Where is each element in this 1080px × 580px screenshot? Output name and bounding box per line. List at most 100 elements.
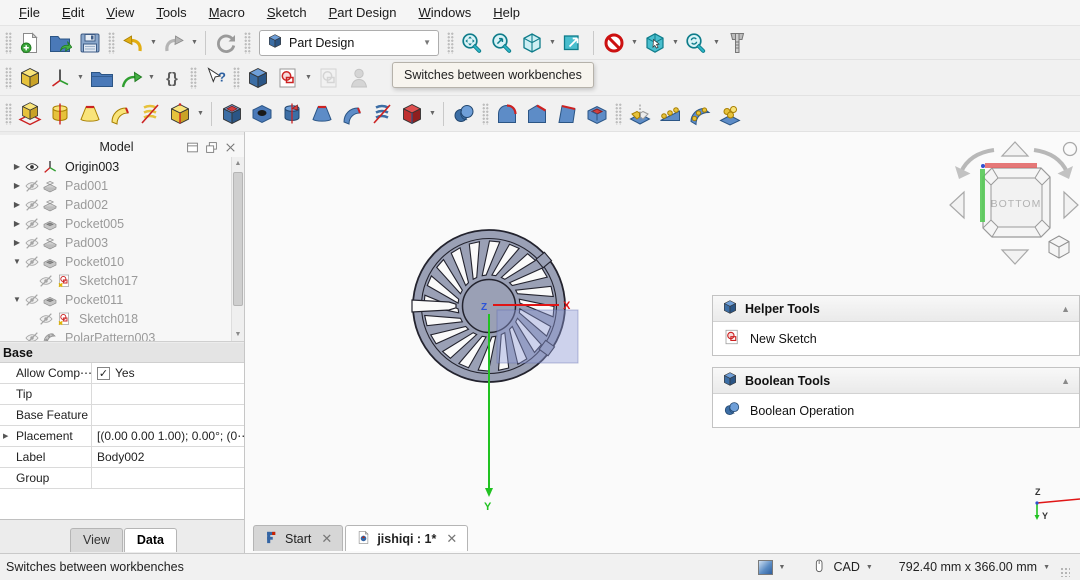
expression-button[interactable]: {} bbox=[158, 64, 186, 92]
link-dropdown-arrow[interactable]: ▼ bbox=[146, 64, 157, 92]
chamfer-button[interactable] bbox=[523, 100, 551, 128]
measure-button[interactable] bbox=[723, 29, 751, 57]
float-panel-icon[interactable] bbox=[202, 139, 221, 156]
property-value[interactable] bbox=[92, 405, 244, 425]
menu-file[interactable]: File bbox=[8, 1, 51, 24]
linear-pattern-button[interactable] bbox=[656, 100, 684, 128]
menu-view[interactable]: View bbox=[95, 1, 145, 24]
impeller-model[interactable]: Z X Y bbox=[385, 202, 605, 512]
subtractive-box-button[interactable] bbox=[398, 100, 426, 128]
cube-right-arrow[interactable] bbox=[1064, 192, 1078, 218]
pocket-button[interactable] bbox=[218, 100, 246, 128]
mirrored-button[interactable] bbox=[626, 100, 654, 128]
tree-item-sketch018[interactable]: Sketch018 bbox=[0, 309, 231, 328]
groove-button[interactable] bbox=[278, 100, 306, 128]
toolbar-grip[interactable] bbox=[233, 67, 240, 89]
toolbar-grip[interactable] bbox=[482, 103, 489, 125]
visibility-hidden-eye-icon[interactable] bbox=[24, 216, 42, 232]
box-selection-button[interactable] bbox=[559, 29, 587, 57]
additive-loft-button[interactable] bbox=[76, 100, 104, 128]
tree-expander-icon[interactable]: ▶ bbox=[10, 181, 24, 190]
fit-selection-button[interactable] bbox=[488, 29, 516, 57]
task-item-new-sketch[interactable]: New Sketch bbox=[713, 322, 1079, 355]
cube-face-label[interactable]: BOTTOM bbox=[991, 198, 1042, 210]
menu-edit[interactable]: Edit bbox=[51, 1, 95, 24]
toolbar-grip[interactable] bbox=[447, 32, 454, 54]
sketch-plane-overlay[interactable] bbox=[497, 310, 578, 363]
create-body-button[interactable] bbox=[244, 64, 272, 92]
new-file-button[interactable] bbox=[16, 29, 44, 57]
additive-box-dropdown-arrow[interactable]: ▼ bbox=[195, 100, 206, 128]
refresh-button[interactable] bbox=[212, 29, 240, 57]
property-row-placement[interactable]: ▶Placement[(0.00 0.00 1.00); 0.00°; (0⋯ bbox=[0, 426, 244, 447]
mini-cube-icon[interactable] bbox=[1049, 236, 1069, 258]
collapse-arrow-icon[interactable]: ▲ bbox=[1061, 376, 1070, 386]
task-panel-header[interactable]: Helper Tools▲ bbox=[713, 296, 1079, 322]
fillet-button[interactable] bbox=[493, 100, 521, 128]
close-icon[interactable]: ✕ bbox=[446, 531, 457, 547]
property-group-header[interactable]: Base bbox=[0, 343, 244, 363]
pad-button[interactable] bbox=[16, 100, 44, 128]
subtractive-helix-button[interactable] bbox=[368, 100, 396, 128]
create-sketch-button[interactable] bbox=[274, 64, 302, 92]
close-panel-icon[interactable] bbox=[221, 139, 240, 156]
toolbar-grip[interactable] bbox=[108, 32, 115, 54]
group-button[interactable] bbox=[87, 64, 115, 92]
tab-data[interactable]: Data bbox=[124, 528, 177, 552]
tree-item-pad001[interactable]: ▶Pad001 bbox=[0, 176, 231, 195]
scroll-down-arrow[interactable]: ▼ bbox=[232, 328, 244, 341]
axonometric-dropdown-arrow[interactable]: ▼ bbox=[547, 29, 558, 57]
revolution-button[interactable] bbox=[46, 100, 74, 128]
tree-item-pocket005[interactable]: ▶Pocket005 bbox=[0, 214, 231, 233]
visibility-eye-icon[interactable] bbox=[24, 159, 42, 175]
tree-expander-icon[interactable]: ▶ bbox=[10, 219, 24, 228]
property-row-group[interactable]: Group bbox=[0, 468, 244, 489]
subtractive-pipe-button[interactable] bbox=[338, 100, 366, 128]
thickness-button[interactable] bbox=[583, 100, 611, 128]
chevron-down-icon[interactable]: ▼ bbox=[423, 38, 431, 47]
menu-macro[interactable]: Macro bbox=[198, 1, 256, 24]
collapse-arrow-icon[interactable]: ▲ bbox=[1061, 304, 1070, 314]
property-value[interactable]: ✓Yes bbox=[92, 363, 244, 383]
checkbox-checked-icon[interactable]: ✓ bbox=[97, 367, 110, 380]
toolbar-grip[interactable] bbox=[5, 103, 12, 125]
user-button[interactable] bbox=[345, 64, 373, 92]
visibility-hidden-eye-icon[interactable] bbox=[24, 292, 42, 308]
visibility-hidden-eye-icon[interactable] bbox=[24, 178, 42, 194]
link-button[interactable] bbox=[117, 64, 145, 92]
cube-left-arrow[interactable] bbox=[950, 192, 964, 218]
clipping-dropdown-arrow[interactable]: ▼ bbox=[629, 29, 640, 57]
undo-dropdown-arrow[interactable]: ▼ bbox=[148, 29, 159, 57]
rotate-left-arrow[interactable] bbox=[961, 150, 994, 172]
zoom-button[interactable] bbox=[682, 29, 710, 57]
visibility-hidden-eye-icon[interactable] bbox=[24, 254, 42, 270]
tree-expander-icon[interactable]: ▶ bbox=[10, 162, 24, 171]
save-file-button[interactable] bbox=[76, 29, 104, 57]
cube-up-arrow[interactable] bbox=[1002, 142, 1028, 156]
boolean-button[interactable] bbox=[450, 100, 478, 128]
undo-button[interactable] bbox=[119, 29, 147, 57]
tree-item-origin003[interactable]: ▶Origin003 bbox=[0, 157, 231, 176]
axonometric-button[interactable] bbox=[518, 29, 546, 57]
additive-pipe-button[interactable] bbox=[106, 100, 134, 128]
task-panel-header[interactable]: Boolean Tools▲ bbox=[713, 368, 1079, 394]
tree-expander-icon[interactable]: ▶ bbox=[10, 238, 24, 247]
3d-viewport[interactable]: Z X Y BOTTOM bbox=[245, 132, 1080, 553]
toolbar-grip[interactable] bbox=[190, 67, 197, 89]
dock-panel-icon[interactable] bbox=[183, 139, 202, 156]
tree-item-pad002[interactable]: ▶Pad002 bbox=[0, 195, 231, 214]
visibility-hidden-eye-icon[interactable] bbox=[24, 235, 42, 251]
tab-view[interactable]: View bbox=[70, 528, 123, 552]
property-value[interactable] bbox=[92, 384, 244, 404]
toolbar-grip[interactable] bbox=[5, 67, 12, 89]
additive-box-button[interactable] bbox=[166, 100, 194, 128]
tree-item-pad003[interactable]: ▶Pad003 bbox=[0, 233, 231, 252]
visibility-hidden-eye-icon[interactable] bbox=[38, 273, 56, 289]
redo-dropdown-arrow[interactable]: ▼ bbox=[189, 29, 200, 57]
close-icon[interactable]: ✕ bbox=[321, 531, 332, 547]
edit-sketch-button[interactable] bbox=[315, 64, 343, 92]
visibility-hidden-eye-icon[interactable] bbox=[24, 330, 42, 342]
datum-button[interactable] bbox=[46, 64, 74, 92]
menu-help[interactable]: Help bbox=[482, 1, 531, 24]
shapebinder-button[interactable] bbox=[16, 64, 44, 92]
